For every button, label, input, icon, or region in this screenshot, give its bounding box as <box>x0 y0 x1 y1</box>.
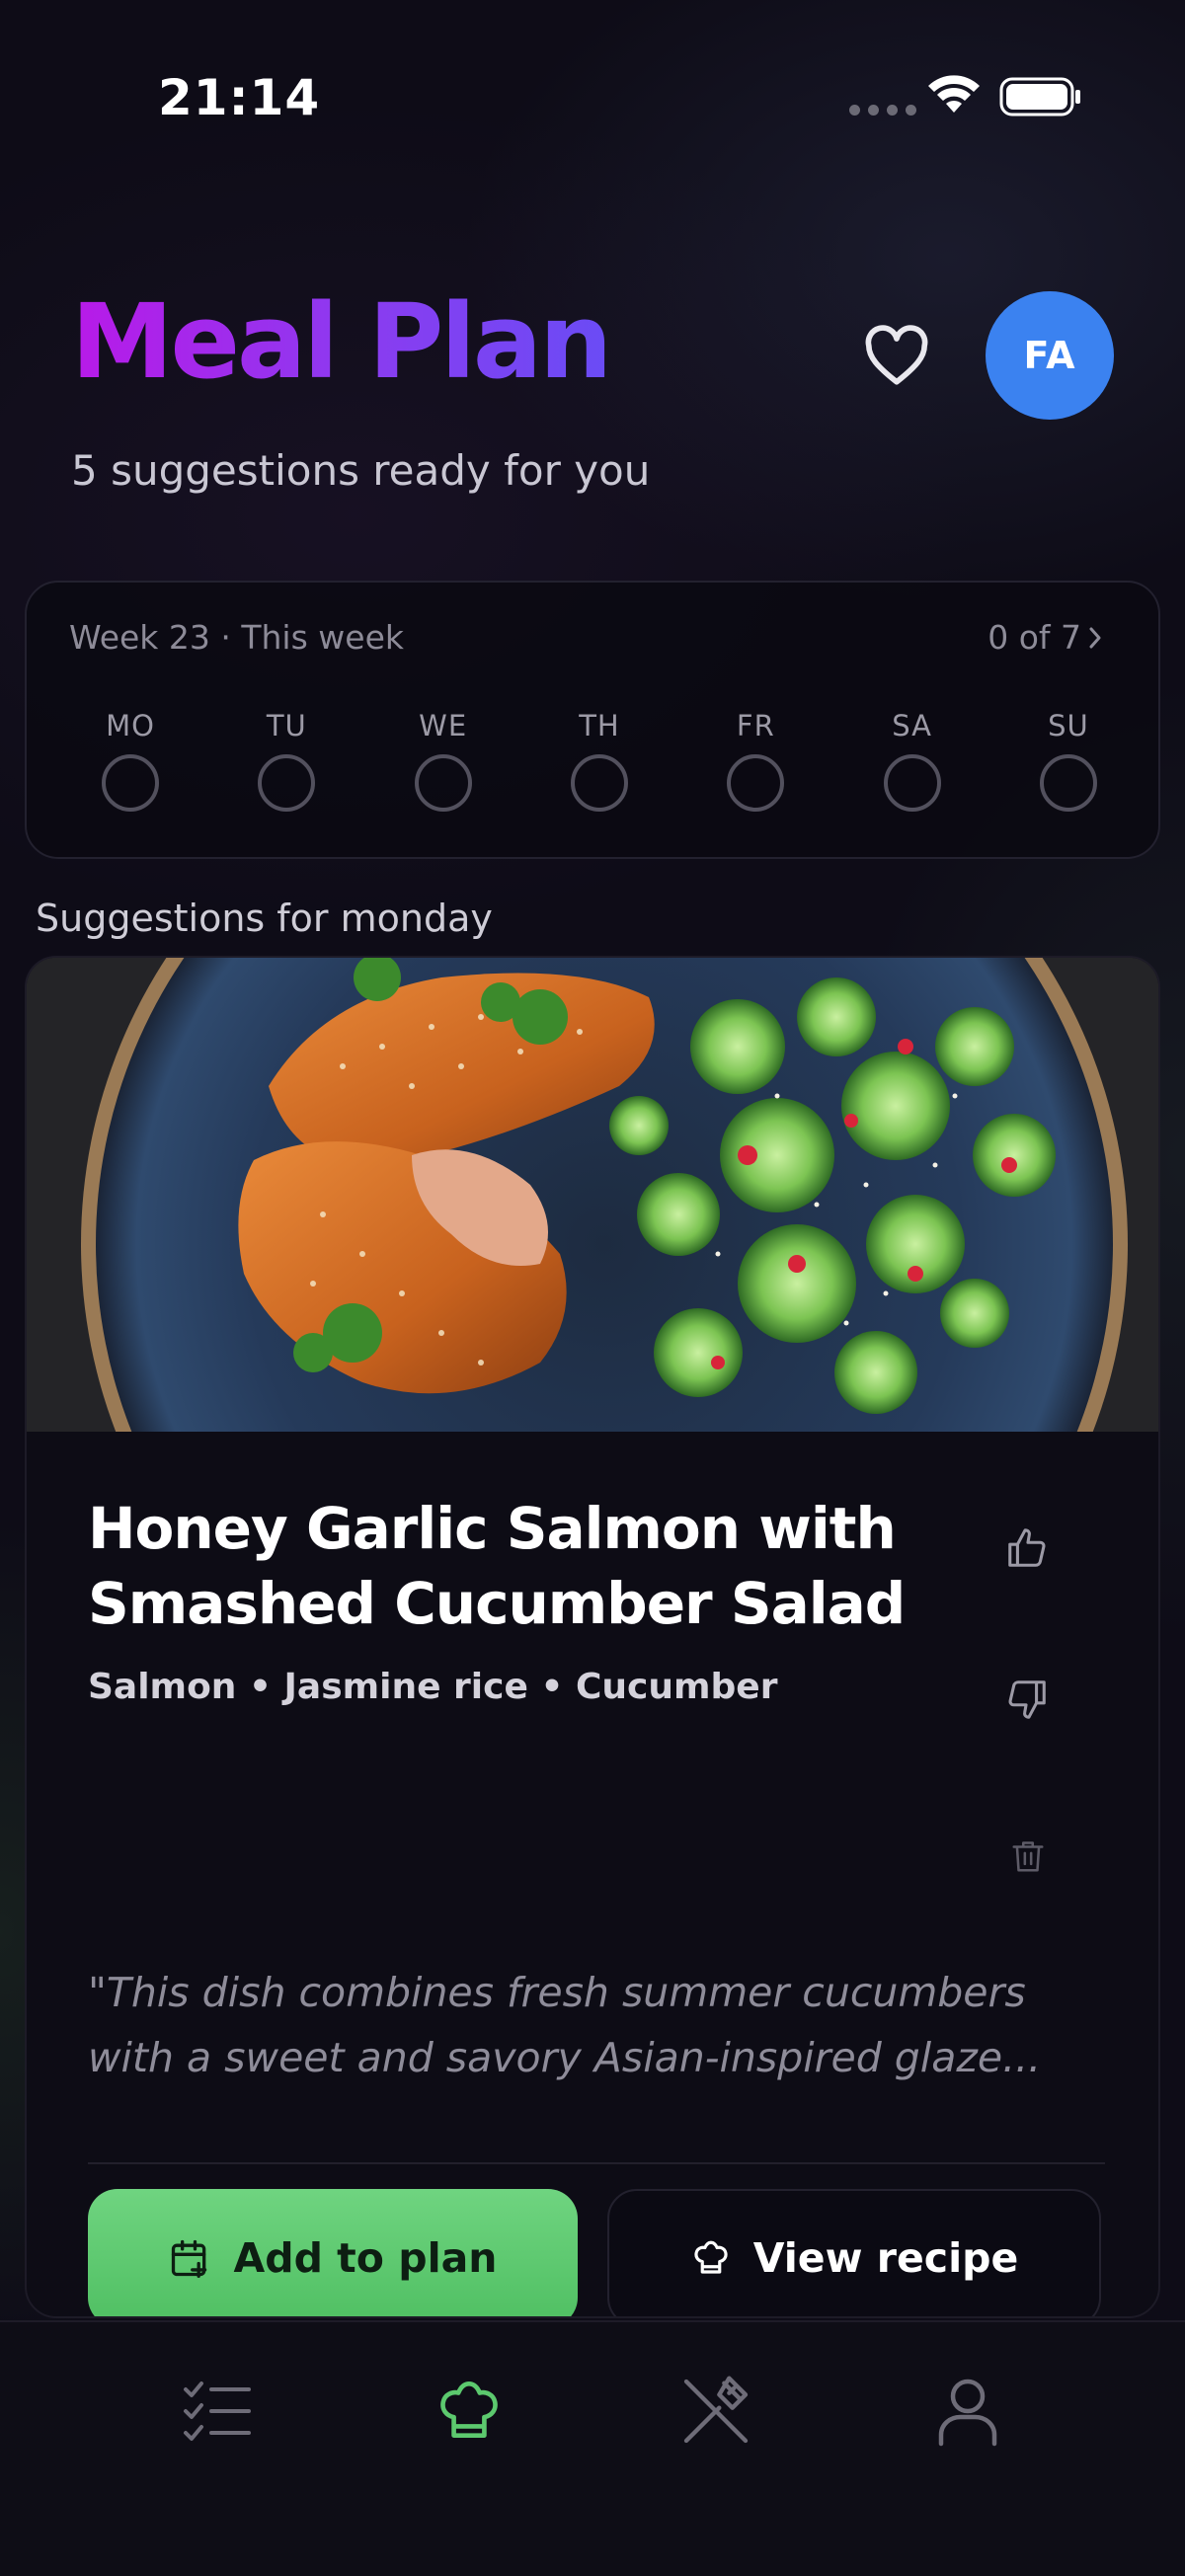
utensils-crossed-icon <box>683 2376 749 2444</box>
calendar-plus-icon <box>172 2239 207 2278</box>
cellular-signal-icon <box>849 105 916 116</box>
day-status <box>1039 754 1097 812</box>
favorites-button[interactable] <box>859 321 934 390</box>
day-tuesday[interactable]: TU <box>227 709 346 812</box>
view-recipe-label: View recipe <box>752 2234 1019 2282</box>
day-monday[interactable]: MO <box>71 709 190 812</box>
day-status <box>883 754 941 812</box>
tab-bar <box>0 2320 1185 2576</box>
day-label: TU <box>266 709 307 742</box>
tab-checklist[interactable] <box>168 2367 267 2456</box>
week-progress[interactable]: 0 of 7 <box>988 618 1081 657</box>
day-label: MO <box>106 709 155 742</box>
week-label: Week 23 · This week <box>69 618 404 657</box>
trash-icon[interactable] <box>1009 1836 1047 1876</box>
day-status <box>258 754 316 812</box>
meal-title: Honey Garlic Salmon with Smashed Cucumbe… <box>88 1495 906 1637</box>
day-wednesday[interactable]: WE <box>384 709 503 812</box>
divider <box>88 2162 1105 2164</box>
day-status <box>414 754 472 812</box>
day-sunday[interactable]: SU <box>1009 709 1128 812</box>
chevron-right-icon[interactable] <box>1085 618 1107 658</box>
day-friday[interactable]: FR <box>696 709 815 812</box>
wifi-icon <box>928 75 980 113</box>
tab-suggestions[interactable] <box>420 2367 518 2456</box>
status-bar: 21:14 <box>0 0 1185 197</box>
meal-ingredients: Salmon • Jasmine rice • Cucumber <box>88 1667 778 1707</box>
day-saturday[interactable]: SA <box>853 709 972 812</box>
day-label: FR <box>736 709 775 742</box>
day-label: SU <box>1048 709 1089 742</box>
chef-hat-icon <box>694 2240 728 2274</box>
add-to-plan-button[interactable]: Add to plan <box>88 2189 578 2316</box>
day-status <box>102 754 159 812</box>
battery-icon <box>999 77 1080 117</box>
day-thursday[interactable]: TH <box>540 709 659 812</box>
day-status <box>570 754 628 812</box>
week-progress-text: 0 of 7 <box>988 618 1081 657</box>
meal-description: "This dish combines fresh summer cucumbe… <box>88 1969 1042 2081</box>
week-card[interactable]: Week 23 · This week 0 of 7 MO TU WE TH F… <box>25 581 1160 859</box>
status-time: 21:14 <box>158 69 321 126</box>
tab-meals[interactable] <box>667 2367 765 2456</box>
user-icon <box>938 2379 997 2447</box>
thumbs-down-icon[interactable] <box>1004 1677 1050 1722</box>
view-recipe-button[interactable]: View recipe <box>607 2189 1101 2316</box>
heart-icon <box>865 325 928 385</box>
tab-profile[interactable] <box>918 2367 1017 2456</box>
day-label: TH <box>579 709 620 742</box>
page-title: Meal Plan <box>71 281 612 402</box>
avatar[interactable]: FA <box>986 291 1114 420</box>
meal-card[interactable]: Honey Garlic Salmon with Smashed Cucumbe… <box>25 956 1160 2318</box>
page-subtitle: 5 suggestions ready for you <box>71 446 651 495</box>
chef-hat-icon <box>440 2381 498 2438</box>
day-status <box>727 754 785 812</box>
add-to-plan-label: Add to plan <box>233 2234 498 2282</box>
section-label: Suggestions for monday <box>36 897 493 940</box>
week-days: MO TU WE TH FR SA SU <box>71 709 1128 812</box>
day-label: SA <box>892 709 933 742</box>
checklist-icon <box>184 2381 251 2441</box>
meal-photo <box>27 958 1158 1432</box>
day-label: WE <box>419 709 468 742</box>
thumbs-up-icon[interactable] <box>1004 1525 1050 1571</box>
